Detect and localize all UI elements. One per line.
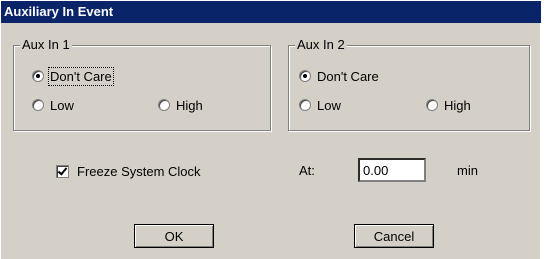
- aux-in-1-low-label: Low: [50, 97, 74, 113]
- aux-in-2-dont-care-option[interactable]: Don't Care: [299, 68, 379, 84]
- auxiliary-in-event-dialog: Auxiliary In Event Aux In 1 Don't Care L…: [0, 0, 541, 259]
- aux-in-2-legend: Aux In 2: [295, 37, 347, 52]
- freeze-system-clock-label: Freeze System Clock: [77, 163, 201, 179]
- aux-in-2-high-label: High: [444, 97, 471, 113]
- aux-in-1-high-label: High: [176, 97, 203, 113]
- aux-in-2-high-option[interactable]: High: [426, 97, 471, 113]
- aux-in-1-legend: Aux In 1: [20, 37, 72, 52]
- checkbox-checked-icon[interactable]: [56, 164, 69, 178]
- at-time-input[interactable]: [358, 158, 426, 182]
- radio-unchecked-icon[interactable]: [32, 99, 44, 111]
- radio-checked-icon[interactable]: [299, 70, 311, 82]
- aux-in-2-low-label: Low: [317, 97, 341, 113]
- aux-in-1-dont-care-label: Don't Care: [48, 66, 114, 86]
- aux-in-2-low-option[interactable]: Low: [299, 97, 341, 113]
- freeze-system-clock-checkbox[interactable]: Freeze System Clock: [56, 163, 201, 179]
- aux-in-1-low-option[interactable]: Low: [32, 97, 74, 113]
- aux-in-2-dont-care-label: Don't Care: [317, 68, 379, 84]
- at-label: At:: [299, 163, 315, 178]
- radio-unchecked-icon[interactable]: [158, 99, 170, 111]
- radio-unchecked-icon[interactable]: [299, 99, 311, 111]
- aux-in-1-group: Aux In 1 Don't Care Low High: [13, 38, 271, 131]
- cancel-button[interactable]: Cancel: [354, 224, 434, 248]
- aux-in-2-group: Aux In 2 Don't Care Low High: [288, 38, 530, 131]
- at-unit-label: min: [457, 163, 478, 178]
- aux-in-1-high-option[interactable]: High: [158, 97, 203, 113]
- dialog-title: Auxiliary In Event: [1, 1, 541, 23]
- ok-button[interactable]: OK: [134, 224, 214, 248]
- aux-in-1-dont-care-option[interactable]: Don't Care: [32, 66, 114, 86]
- radio-checked-icon[interactable]: [32, 70, 44, 82]
- radio-unchecked-icon[interactable]: [426, 99, 438, 111]
